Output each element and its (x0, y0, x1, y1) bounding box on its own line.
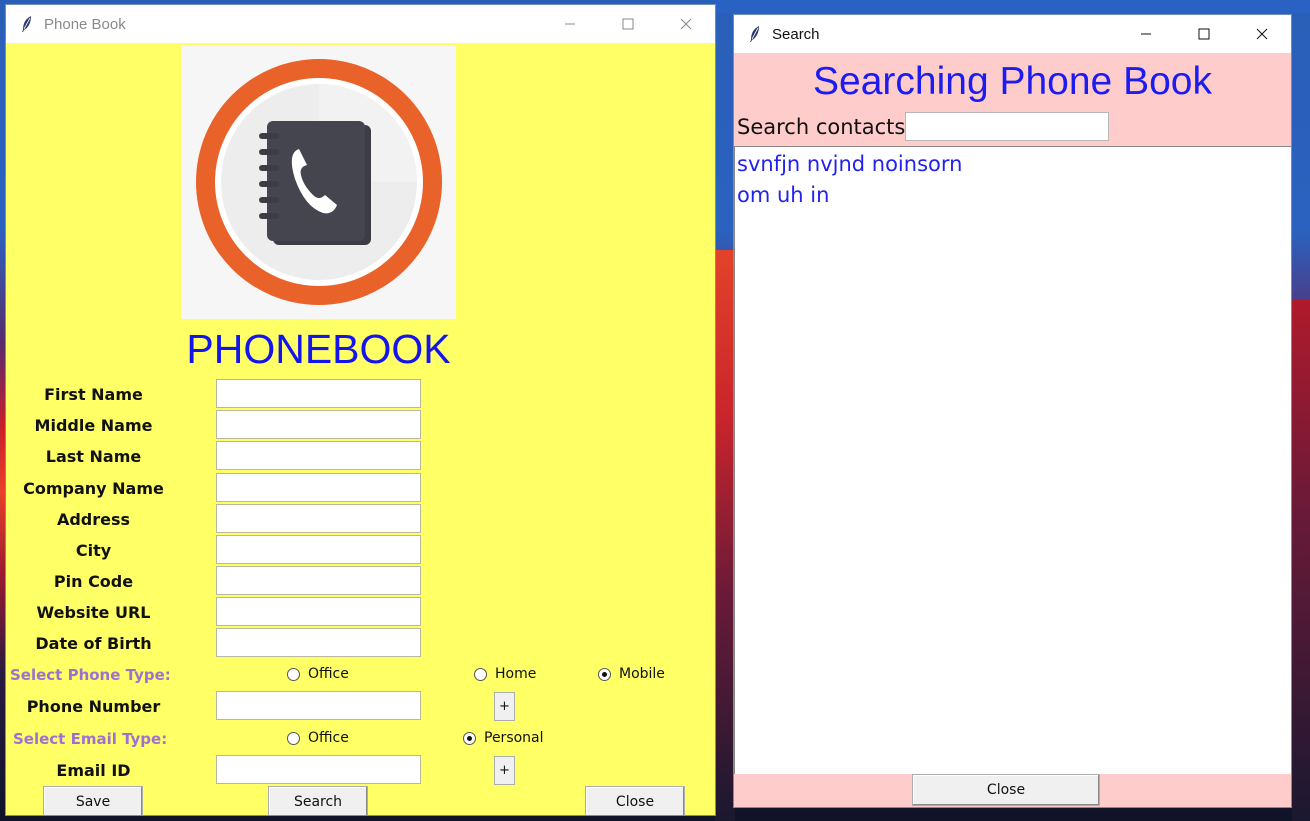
city-label: City (75, 541, 112, 560)
search-window: Search Searching Phone Book Search conta… (733, 14, 1292, 808)
close-window-button[interactable] (1233, 15, 1291, 53)
radio-icon (287, 731, 300, 745)
search-contacts-label: Search contacts (737, 115, 906, 139)
phonebook-logo-icon (181, 45, 456, 319)
close-icon (1256, 28, 1268, 40)
phone-number-label: Phone Number (26, 697, 161, 716)
phonebook-titlebar[interactable]: Phone Book (6, 5, 715, 43)
search-button[interactable]: Search (268, 786, 368, 815)
city-field[interactable] (216, 535, 421, 564)
middle-name-label: Middle Name (34, 416, 153, 435)
radio-label: Mobile (619, 666, 665, 682)
close-button[interactable]: Close (585, 786, 685, 815)
tk-feather-icon (750, 26, 759, 42)
radio-label: Home (495, 666, 537, 682)
date-of-birth-label: Date of Birth (35, 634, 152, 653)
radio-icon (287, 667, 300, 681)
minimize-button[interactable] (541, 5, 599, 43)
window-title: Phone Book (44, 15, 126, 33)
pin-code-field[interactable] (216, 566, 421, 595)
search-heading: Searching Phone Book (813, 60, 1212, 103)
radio-label: Office (308, 730, 349, 746)
search-panel: Searching Phone Book Search contacts svn… (734, 53, 1291, 807)
minimize-icon (565, 23, 575, 25)
radio-selected-icon (463, 731, 476, 745)
last-name-field[interactable] (216, 441, 421, 470)
phone-number-field[interactable] (216, 691, 421, 720)
date-of-birth-field[interactable] (216, 628, 421, 657)
minimize-button[interactable] (1117, 15, 1175, 53)
search-input[interactable] (905, 112, 1109, 141)
radio-label: Personal (484, 730, 544, 746)
search-close-button[interactable]: Close (912, 774, 1100, 806)
save-button[interactable]: Save (43, 786, 143, 815)
add-phone-button[interactable]: + (494, 692, 515, 721)
last-name-label: Last Name (45, 447, 142, 466)
maximize-button[interactable] (599, 5, 657, 43)
address-label: Address (56, 510, 131, 529)
email-type-personal-radio[interactable]: Personal (463, 730, 544, 746)
maximize-icon (1198, 28, 1210, 40)
email-type-label: Select Email Type: (13, 730, 168, 748)
app-heading: PHONEBOOK (186, 326, 451, 372)
phone-type-home-radio[interactable]: Home (474, 666, 536, 682)
phone-type-label: Select Phone Type: (10, 666, 171, 684)
window-title: Search (772, 25, 820, 43)
list-item[interactable]: om uh in (737, 181, 829, 209)
middle-name-field[interactable] (216, 410, 421, 439)
results-list[interactable]: svnfjn nvjnd noinsorn om uh in (734, 146, 1291, 774)
search-titlebar[interactable]: Search (734, 15, 1291, 53)
first-name-field[interactable] (216, 379, 421, 408)
phonebook-form: PHONEBOOK First Name Middle Name Last Na… (6, 43, 715, 815)
phonebook-logo (181, 45, 456, 319)
minimize-icon (1141, 33, 1151, 35)
radio-icon (474, 667, 487, 681)
company-name-label: Company Name (23, 479, 164, 498)
phonebook-window: Phone Book PHONEBOOK First Name Middle N… (5, 4, 716, 816)
phone-type-office-radio[interactable]: Office (287, 666, 349, 682)
radio-label: Office (308, 666, 349, 682)
list-item[interactable]: svnfjn nvjnd noinsorn (737, 150, 962, 178)
tk-feather-icon (22, 16, 31, 32)
email-id-label: Email ID (56, 761, 131, 780)
company-name-field[interactable] (216, 473, 421, 502)
pin-code-label: Pin Code (53, 572, 134, 591)
maximize-icon (622, 18, 634, 30)
radio-selected-icon (598, 667, 611, 681)
desktop-background-right (1292, 300, 1310, 821)
website-url-field[interactable] (216, 597, 421, 626)
address-field[interactable] (216, 504, 421, 533)
add-email-button[interactable]: + (494, 756, 515, 785)
maximize-button[interactable] (1175, 15, 1233, 53)
close-window-button[interactable] (657, 5, 715, 43)
phone-type-mobile-radio[interactable]: Mobile (598, 666, 665, 682)
desktop-background-top (715, 0, 1310, 14)
desktop-background (715, 250, 735, 821)
close-icon (680, 18, 692, 30)
email-type-office-radio[interactable]: Office (287, 730, 349, 746)
website-url-label: Website URL (36, 603, 151, 622)
email-id-field[interactable] (216, 755, 421, 784)
first-name-label: First Name (44, 385, 143, 404)
